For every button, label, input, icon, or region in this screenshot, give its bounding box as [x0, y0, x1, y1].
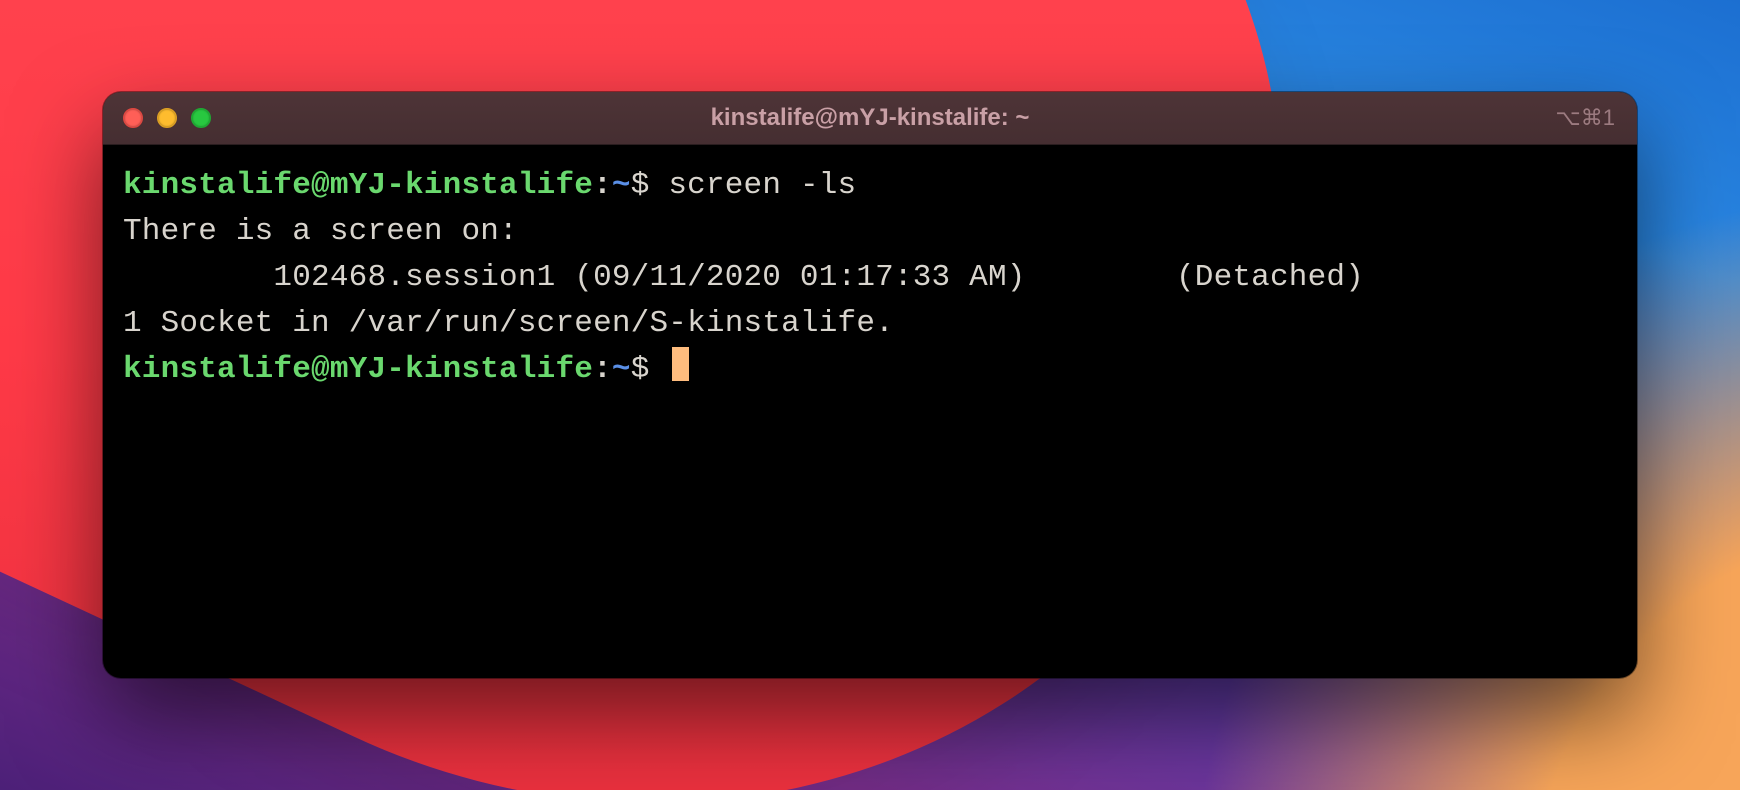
- output-line-socket: 1 Socket in /var/run/screen/S-kinstalife…: [123, 306, 894, 341]
- terminal-body[interactable]: kinstalife@mYJ-kinstalife:~$ screen -ls …: [103, 145, 1637, 393]
- prompt-separator: :: [593, 168, 612, 203]
- prompt-separator: :: [593, 352, 612, 387]
- prompt-user-host: kinstalife@mYJ-kinstalife: [123, 168, 593, 203]
- titlebar[interactable]: kinstalife@mYJ-kinstalife: ~ ⌥⌘1: [103, 92, 1637, 145]
- terminal-window[interactable]: kinstalife@mYJ-kinstalife: ~ ⌥⌘1 kinstal…: [103, 92, 1637, 678]
- window-title: kinstalife@mYJ-kinstalife: ~: [103, 104, 1637, 132]
- output-line-session: 102468.session1 (09/11/2020 01:17:33 AM)…: [123, 260, 1364, 295]
- prompt-path: ~: [612, 352, 631, 387]
- prompt-symbol: $: [631, 352, 650, 387]
- command-input: screen -ls: [668, 168, 856, 203]
- minimize-icon[interactable]: [157, 108, 177, 128]
- output-line-header: There is a screen on:: [123, 214, 518, 249]
- shortcut-label: ⌥⌘1: [1555, 105, 1615, 131]
- window-controls: [123, 108, 211, 128]
- cursor-icon: [672, 347, 689, 381]
- prompt-symbol: $: [631, 168, 650, 203]
- titlebar-shortcut-hint: ⌥⌘1: [1555, 105, 1615, 131]
- maximize-icon[interactable]: [191, 108, 211, 128]
- prompt-user-host: kinstalife@mYJ-kinstalife: [123, 352, 593, 387]
- close-icon[interactable]: [123, 108, 143, 128]
- prompt-path: ~: [612, 168, 631, 203]
